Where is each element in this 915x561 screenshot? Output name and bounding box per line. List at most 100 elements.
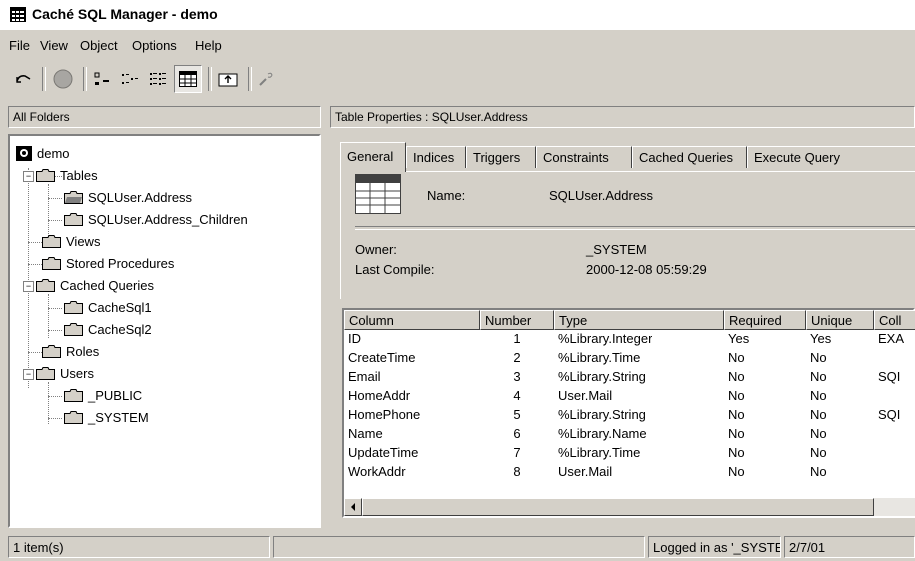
grid-cell: CreateTime: [348, 350, 416, 365]
tree-item-label: Roles: [66, 343, 100, 359]
grid-cell: %Library.String: [558, 369, 646, 384]
tab-cached-queries[interactable]: Cached Queries: [632, 146, 747, 168]
folder-icon: [64, 322, 83, 336]
column-header-type[interactable]: Type: [554, 310, 724, 330]
column-header-column[interactable]: Column: [344, 310, 480, 330]
tree-item-tables[interactable]: Tables: [36, 165, 98, 185]
tree-item-users[interactable]: Users: [36, 363, 94, 383]
menu-view[interactable]: View: [40, 38, 68, 53]
grid-cell: No: [810, 388, 827, 403]
tab-execute-query[interactable]: Execute Query: [747, 146, 915, 168]
collapse-cached-queries-icon[interactable]: −: [23, 281, 34, 292]
folder-icon: [42, 344, 61, 358]
menu-bar: File View Object Options Help: [0, 36, 915, 58]
wizard-button[interactable]: [254, 65, 278, 93]
collapse-users-icon[interactable]: −: [23, 369, 34, 380]
grid-cell: No: [728, 350, 745, 365]
tree-item-public[interactable]: _PUBLIC: [64, 385, 142, 405]
tree-item-sqluser-address[interactable]: SQLUser.Address: [64, 187, 192, 207]
grid-cell: User.Mail: [558, 388, 613, 403]
tree-item-label: Cached Queries: [60, 277, 154, 293]
grid-cell: No: [728, 445, 745, 460]
folder-tree[interactable]: − − − demo Tables SQLUser.Address SQLUse…: [8, 134, 321, 528]
tree-item-sqluser-address-children[interactable]: SQLUser.Address_Children: [64, 209, 248, 229]
menu-file[interactable]: File: [9, 38, 30, 53]
grid-cell: Yes: [728, 331, 750, 346]
tree-item-cachesql2[interactable]: CacheSql2: [64, 319, 152, 339]
tree-item-label: CacheSql2: [88, 321, 152, 337]
grid-cell: %Library.String: [558, 407, 646, 422]
stop-button[interactable]: [50, 65, 76, 93]
undo-button[interactable]: [12, 65, 36, 93]
grid-cell: %Library.Time: [558, 445, 641, 460]
folder-icon: [42, 256, 61, 270]
grid-cell: UpdateTime: [348, 445, 419, 460]
right-pane-header: Table Properties : SQLUser.Address: [330, 106, 915, 128]
tree-item-system[interactable]: _SYSTEM: [64, 407, 149, 427]
grid-cell: User.Mail: [558, 464, 613, 479]
list-view-button[interactable]: [146, 65, 170, 93]
tab-constraints[interactable]: Constraints: [536, 146, 632, 168]
tab-strip: General Indices Triggers Constraints Cac…: [340, 142, 915, 172]
grid-cell: 6: [513, 426, 521, 441]
title-bar[interactable]: Caché SQL Manager - demo: [0, 0, 915, 30]
grid-cell: No: [810, 350, 827, 365]
grid-cell: 8: [513, 464, 521, 479]
tab-triggers[interactable]: Triggers: [466, 146, 536, 168]
database-icon: [16, 145, 32, 161]
list-view-icon: [150, 73, 166, 85]
up-folder-icon: [218, 73, 238, 87]
grid-cell: No: [728, 464, 745, 479]
grid-cell: No: [810, 369, 827, 384]
grid-cell: SQI: [878, 369, 901, 384]
grid-cell: 1: [513, 331, 521, 346]
details-view-icon: [179, 71, 197, 87]
tab-general[interactable]: General: [340, 142, 406, 172]
details-view-button[interactable]: [174, 65, 202, 93]
folder-icon: [36, 278, 55, 292]
up-folder-button[interactable]: [214, 65, 242, 93]
left-pane-header: All Folders: [8, 106, 321, 128]
column-header-unique[interactable]: Unique: [806, 310, 874, 330]
tree-item-label: SQLUser.Address_Children: [88, 211, 248, 227]
grid-cell: EXA: [878, 331, 905, 346]
large-icons-view-icon: [94, 72, 109, 85]
folder-icon: [64, 300, 83, 314]
table-properties-title: Table Properties : SQLUser.Address: [335, 110, 528, 124]
grid-cell: HomePhone: [348, 407, 421, 422]
collapse-tables-icon[interactable]: −: [23, 171, 34, 182]
table-icon: [355, 174, 401, 214]
tab-indices[interactable]: Indices: [406, 146, 466, 168]
last-compile-label: Last Compile:: [355, 262, 435, 277]
menu-object[interactable]: Object: [80, 38, 118, 53]
small-icons-view-button[interactable]: [118, 65, 142, 93]
grid-cell: No: [728, 388, 745, 403]
columns-grid[interactable]: Column Number Type Required Unique Coll …: [342, 308, 915, 518]
column-header-collation[interactable]: Coll: [874, 310, 915, 330]
menu-options[interactable]: Options: [132, 38, 177, 53]
grid-cell: 2: [513, 350, 521, 365]
tree-item-stored-procedures[interactable]: Stored Procedures: [42, 253, 174, 273]
tree-item-cached-queries[interactable]: Cached Queries: [36, 275, 154, 295]
tree-item-roles[interactable]: Roles: [42, 341, 99, 361]
grid-cell: Name: [348, 426, 383, 441]
scroll-thumb[interactable]: [362, 498, 874, 516]
menu-help[interactable]: Help: [195, 38, 222, 53]
large-icons-view-button[interactable]: [90, 65, 114, 93]
horizontal-scrollbar[interactable]: [344, 498, 915, 516]
last-compile-value: 2000-12-08 05:59:29: [586, 262, 707, 277]
status-date: 2/7/01: [784, 536, 915, 558]
tree-item-views[interactable]: Views: [42, 231, 100, 251]
column-header-number[interactable]: Number: [480, 310, 554, 330]
wizard-icon: [259, 72, 273, 86]
grid-cell: HomeAddr: [348, 388, 411, 403]
tree-item-cachesql1[interactable]: CacheSql1: [64, 297, 152, 317]
scroll-left-button[interactable]: [344, 498, 362, 516]
grid-cell: No: [728, 369, 745, 384]
grid-cell: No: [810, 407, 827, 422]
folder-icon: [36, 168, 55, 182]
tree-item-demo[interactable]: demo: [16, 143, 70, 163]
grid-cell: %Library.Time: [558, 350, 641, 365]
column-header-required[interactable]: Required: [724, 310, 806, 330]
toolbar: [8, 61, 368, 97]
